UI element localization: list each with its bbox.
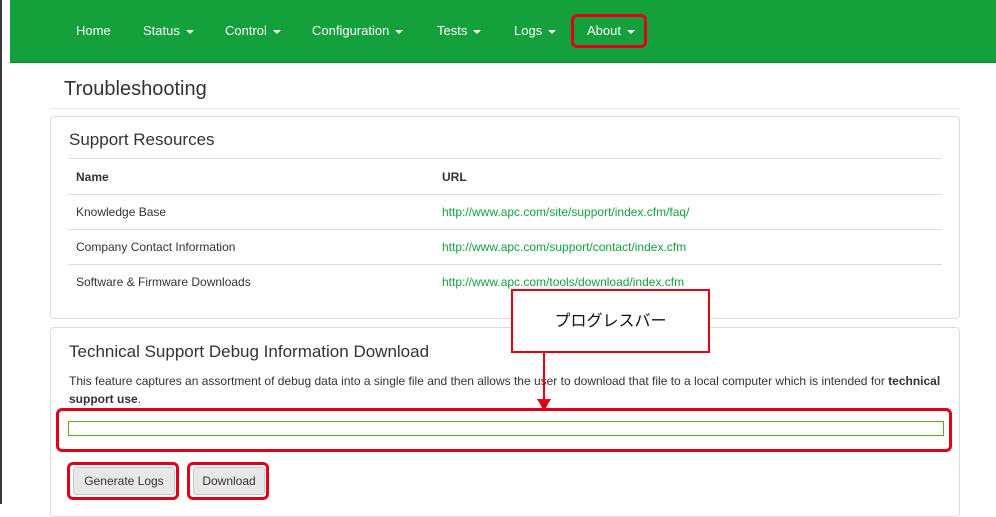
page-title: Troubleshooting bbox=[64, 78, 207, 100]
nav-logs[interactable]: Logs bbox=[514, 0, 557, 62]
debug-panel-title: Technical Support Debug Information Down… bbox=[69, 342, 430, 361]
debug-description-text: This feature captures an assortment of d… bbox=[69, 374, 889, 388]
arrow-down-icon bbox=[537, 399, 551, 411]
resource-name: Software & Firmware Downloads bbox=[76, 275, 251, 289]
chevron-down-icon bbox=[395, 29, 404, 34]
resource-name: Company Contact Information bbox=[76, 240, 236, 254]
resource-url-link[interactable]: http://www.apc.com/site/support/index.cf… bbox=[442, 195, 689, 230]
chevron-down-icon bbox=[272, 29, 281, 34]
table-row: Knowledge Base http://www.apc.com/site/s… bbox=[68, 194, 942, 230]
nav-logs-label: Logs bbox=[514, 23, 543, 38]
column-header-name: Name bbox=[76, 170, 109, 184]
column-header-url: URL bbox=[442, 170, 467, 184]
nav-control-label: Control bbox=[225, 23, 267, 38]
resource-url-link[interactable]: http://www.apc.com/support/contact/index… bbox=[442, 230, 686, 265]
nav-control[interactable]: Control bbox=[225, 0, 281, 62]
nav-status[interactable]: Status bbox=[143, 0, 194, 62]
download-highlight-box bbox=[187, 462, 269, 500]
nav-tests[interactable]: Tests bbox=[437, 0, 482, 62]
table-row: Software & Firmware Downloads http://www… bbox=[68, 264, 942, 300]
support-resources-panel: Support Resources Name URL Knowledge Bas… bbox=[50, 116, 960, 319]
nav-configuration-label: Configuration bbox=[312, 23, 390, 38]
resource-name: Knowledge Base bbox=[76, 205, 167, 219]
generate-logs-highlight-box bbox=[67, 462, 179, 500]
progress-bar-callout: プログレスバー bbox=[511, 289, 710, 353]
nav-tests-label: Tests bbox=[437, 23, 468, 38]
about-highlight-box bbox=[571, 14, 647, 48]
progress-highlight-box bbox=[56, 408, 952, 452]
table-row: Company Contact Information http://www.a… bbox=[68, 229, 942, 265]
callout-arrow-line bbox=[543, 353, 545, 401]
nav-configuration[interactable]: Configuration bbox=[312, 0, 404, 62]
title-divider bbox=[50, 108, 960, 109]
chevron-down-icon bbox=[473, 29, 482, 34]
debug-description-end: . bbox=[137, 392, 142, 406]
resources-table-header: Name URL bbox=[68, 158, 942, 195]
nav-status-label: Status bbox=[143, 23, 180, 38]
chevron-down-icon bbox=[548, 29, 557, 34]
nav-home[interactable]: Home bbox=[76, 0, 111, 62]
window-border bbox=[0, 0, 2, 504]
nav-home-label: Home bbox=[76, 23, 111, 38]
top-navbar: Home Status Control Configuration Tests … bbox=[10, 0, 996, 63]
support-resources-title: Support Resources bbox=[69, 130, 215, 149]
chevron-down-icon bbox=[185, 29, 194, 34]
debug-description: This feature captures an assortment of d… bbox=[69, 372, 949, 408]
